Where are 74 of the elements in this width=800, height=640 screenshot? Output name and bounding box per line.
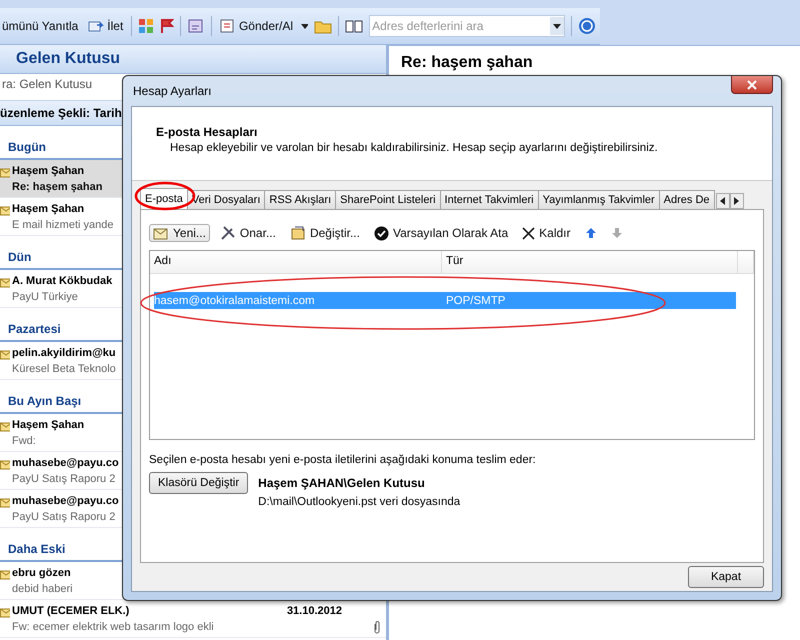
delivery-note: Seçilen e-posta hesabı yeni e-posta iletilerini aşağıdaki konuma teslim eder:	[149, 454, 537, 466]
help-icon[interactable]	[578, 17, 596, 35]
scroll-left-button[interactable]	[716, 193, 730, 209]
tab[interactable]: Yayımlanmış Takvimler	[538, 190, 660, 209]
right-arrow-icon	[734, 197, 740, 205]
column-header[interactable]: Adı	[150, 251, 442, 273]
flag-icon[interactable]	[160, 18, 174, 34]
table-cell-text: hasem@otokiralamaistemi.com	[154, 294, 316, 306]
tab[interactable]: RSS Akışları	[264, 190, 336, 209]
sender-name: pelin.akyildirim@ku	[12, 347, 116, 359]
envelope-icon	[0, 496, 10, 508]
scroll-right-button[interactable]	[730, 193, 744, 209]
change-folder-button[interactable]: Klasörü Değiştir	[149, 472, 248, 494]
mail-date: 31.10.2012	[286, 605, 342, 617]
envelope-icon	[0, 166, 10, 178]
envelope-icon	[0, 458, 10, 470]
remove-button[interactable]: Kaldır	[518, 224, 574, 242]
column-header[interactable]: Tür	[442, 251, 738, 273]
envelope-icon	[0, 348, 10, 360]
sender-name: UMUT (ECEMER ELK.)	[12, 605, 130, 617]
tab[interactable]: Adres De	[658, 190, 715, 209]
envelope-arrow-icon	[88, 19, 104, 33]
envelope-icon	[0, 568, 10, 580]
close-dialog-button[interactable]: Kapat	[688, 566, 764, 588]
mail-subject: PayU Satış Raporu 2	[12, 511, 116, 523]
folder-path: Haşem ŞAHAN\Gelen Kutusu	[258, 476, 426, 490]
tab[interactable]: Internet Takvimleri	[440, 190, 539, 209]
sender-name: ebru gözen	[12, 567, 71, 579]
paperclip-icon	[372, 620, 382, 634]
table-cell: POP/SMTP	[446, 294, 506, 306]
sender-name: Haşem Şahan	[12, 165, 84, 177]
check-circle-icon	[374, 226, 389, 240]
change-button[interactable]: Değiştir...	[286, 223, 364, 243]
dialog-description: Hesap ekleyebilir ve varolan bir hesabı kaldırabilirsiniz. Hesap seçip ayarlarını değiştirebilirsiniz.	[169, 142, 659, 154]
folder-title: Gelen Kutusu	[0, 45, 386, 74]
mail-subject: Fw: ecemer elektrik web tasarım logo ekli	[12, 621, 214, 633]
up-arrow-icon	[584, 227, 596, 239]
mail-subject: Fwd:	[12, 435, 36, 447]
mail-subject: debid haberi	[12, 583, 73, 595]
sender-name: muhasebe@payu.co	[12, 457, 119, 469]
tab[interactable]: SharePoint Listeleri	[335, 190, 441, 209]
repair-button[interactable]: Onar...	[216, 223, 280, 243]
send-receive-button[interactable]: Gönder/Al	[218, 16, 295, 36]
close-button[interactable]	[731, 76, 773, 94]
address-search-field[interactable]: Adres defterlerini ara	[369, 15, 566, 37]
sender-name: Haşem Şahan	[12, 203, 84, 215]
mail-subject: Küresel Beta Teknolo	[12, 363, 116, 375]
forward-button[interactable]: İlet	[86, 17, 126, 35]
mail-subject: E mail hizmeti yande	[12, 219, 114, 231]
new-account-button[interactable]: Yeni...	[149, 224, 210, 242]
envelope-icon	[0, 204, 10, 216]
address-card-icon[interactable]	[187, 18, 206, 34]
x-icon	[522, 226, 536, 240]
mail-subject: PayU Satış Raporu 2	[12, 473, 116, 485]
envelope-icon	[0, 420, 10, 432]
envelope-icon	[0, 276, 10, 288]
categories-icon[interactable]	[138, 18, 154, 34]
sender-name: muhasebe@payu.co	[12, 495, 119, 507]
reply-all-button[interactable]: ümünü Yanıtla	[0, 17, 80, 35]
set-default-button[interactable]: Varsayılan Olarak Ata	[370, 224, 512, 242]
envelope-icon	[153, 226, 169, 240]
mail-subject: PayU Türkiye	[12, 291, 78, 303]
message-subject: Re: haşem şahan	[400, 53, 534, 73]
left-arrow-icon	[720, 197, 726, 205]
dialog-title: Hesap Ayarları	[133, 84, 212, 98]
dropdown-arrow-icon[interactable]	[301, 24, 308, 28]
mail-subject: Re: haşem şahan	[12, 181, 102, 193]
dialog-heading: E-posta Hesapları	[156, 125, 258, 139]
envelope-icon	[0, 606, 10, 618]
close-icon	[747, 80, 757, 90]
data-file-path: D:\mail\Outlookyeni.pst veri dosyasında	[258, 496, 460, 508]
sender-name: A. Murat Kökbudak	[12, 275, 112, 287]
sender-name: Haşem Şahan	[12, 419, 84, 431]
down-arrow-icon	[610, 227, 622, 239]
